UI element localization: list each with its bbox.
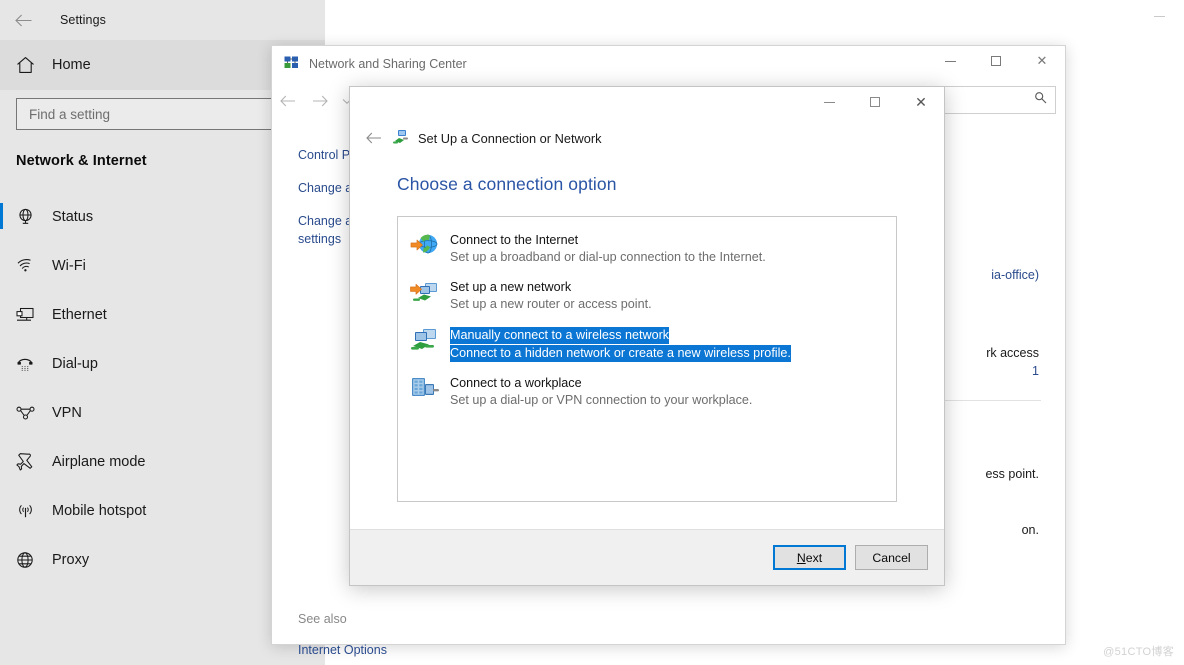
dialog-close-button[interactable]: ✕ xyxy=(898,87,944,117)
option-subtitle: Connect to a hidden network or create a … xyxy=(450,345,791,362)
connect-workplace-icon xyxy=(410,374,450,409)
connection-option-list[interactable]: Connect to the Internet Set up a broadba… xyxy=(397,216,897,502)
settings-titlebar: Settings xyxy=(0,0,1184,40)
nsc-link-internet-options[interactable]: Internet Options xyxy=(298,643,450,657)
setup-new-network-icon xyxy=(410,278,450,313)
option-title: Connect to a workplace xyxy=(450,376,582,390)
setup-connection-dialog: ✕ Set Up a Connection or Network Choose … xyxy=(349,86,945,586)
back-arrow-icon[interactable] xyxy=(0,4,46,36)
selection-accent-bar xyxy=(0,497,3,523)
sidebar-item-mobile-hotspot-label: Mobile hotspot xyxy=(52,502,147,519)
option-connect-to-the-internet[interactable]: Connect to the Internet Set up a broadba… xyxy=(410,231,884,266)
option-texts: Connect to a workplace Set up a dial-up … xyxy=(450,374,884,409)
dialog-maximize-button[interactable] xyxy=(852,87,898,117)
sidebar-item-wifi-label: Wi-Fi xyxy=(52,257,86,274)
option-texts: Set up a new network Set up a new router… xyxy=(450,278,884,313)
next-button[interactable]: Next xyxy=(773,545,846,570)
vpn-icon xyxy=(0,406,50,420)
selection-accent-bar xyxy=(0,252,3,278)
wifi-icon xyxy=(0,258,50,273)
dialog-titlebar[interactable]: ✕ xyxy=(350,87,944,120)
option-title: Manually connect to a wireless network xyxy=(450,327,670,344)
globe-status-icon xyxy=(0,208,50,225)
dialog-main: Choose a connection option Connect to th… xyxy=(350,156,944,529)
nsc-minimize-button[interactable] xyxy=(927,46,973,76)
page-title: Network & Internet xyxy=(16,153,147,169)
option-title: Set up a new network xyxy=(450,280,572,294)
sidebar-item-ethernet-label: Ethernet xyxy=(52,306,107,323)
selection-accent-bar xyxy=(0,301,3,327)
dialup-icon xyxy=(0,356,50,372)
sidebar-item-home-label: Home xyxy=(52,57,91,73)
manual-wireless-icon xyxy=(410,325,450,362)
sidebar-item-dialup-label: Dial-up xyxy=(52,355,98,372)
nsc-maximize-button[interactable] xyxy=(973,46,1019,76)
settings-minimize-button[interactable] xyxy=(1148,6,1170,26)
dialog-header-title: Set Up a Connection or Network xyxy=(418,130,602,146)
nsc-see-also-header: See also xyxy=(298,612,347,626)
nsc-forward-button[interactable] xyxy=(304,86,336,116)
option-set-up-a-new-network[interactable]: Set up a new network Set up a new router… xyxy=(410,278,884,313)
dialog-header: Set Up a Connection or Network xyxy=(350,120,944,156)
connect-internet-icon xyxy=(410,231,450,266)
watermark: @51CTO博客 xyxy=(1103,646,1174,658)
search-input-placeholder: Find a setting xyxy=(29,106,111,122)
ethernet-icon xyxy=(0,307,50,323)
home-icon xyxy=(0,56,50,74)
next-button-label: ext xyxy=(805,550,823,565)
search-icon xyxy=(1034,91,1047,109)
nsc-window-title: Network and Sharing Center xyxy=(309,57,467,71)
selection-accent-bar xyxy=(0,546,3,572)
option-subtitle: Set up a broadband or dial-up connection… xyxy=(450,250,766,264)
network-connection-icon xyxy=(393,130,408,144)
option-texts: Connect to the Internet Set up a broadba… xyxy=(450,231,884,266)
nsc-close-button[interactable]: ✕ xyxy=(1019,46,1065,76)
selection-accent-bar xyxy=(0,399,3,425)
cancel-button[interactable]: Cancel xyxy=(855,545,928,570)
selection-accent-bar xyxy=(0,350,3,376)
dialog-minimize-button[interactable] xyxy=(806,87,852,117)
screen-root: Settings Home Find a setting Network & I… xyxy=(0,0,1184,665)
option-subtitle: Set up a new router or access point. xyxy=(450,297,652,311)
dialog-back-button[interactable] xyxy=(362,126,386,150)
option-connect-to-a-workplace[interactable]: Connect to a workplace Set up a dial-up … xyxy=(410,374,884,409)
proxy-globe-icon xyxy=(0,551,50,569)
option-manually-connect-to-a-wireless-network[interactable]: Manually connect to a wireless network C… xyxy=(410,325,884,362)
dialog-window-buttons: ✕ xyxy=(806,87,944,117)
sidebar-item-airplane-mode-label: Airplane mode xyxy=(52,453,146,470)
option-texts: Manually connect to a wireless network C… xyxy=(450,325,884,362)
dialog-heading: Choose a connection option xyxy=(397,174,617,194)
nsc-see-also-section: See also Internet Options Windows Defend… xyxy=(298,612,450,665)
sidebar-item-status-label: Status xyxy=(52,208,94,225)
hotspot-icon xyxy=(0,503,50,519)
nsc-titlebar[interactable]: Network and Sharing Center ✕ xyxy=(272,46,1065,82)
airplane-icon xyxy=(0,452,50,471)
cancel-button-label: Cancel xyxy=(872,550,911,565)
search-input[interactable]: Find a setting xyxy=(16,98,274,130)
selection-accent-bar xyxy=(0,203,3,229)
option-title: Connect to the Internet xyxy=(450,233,579,247)
dialog-footer: Next Cancel xyxy=(350,529,944,585)
option-subtitle: Set up a dial-up or VPN connection to yo… xyxy=(450,393,753,407)
settings-window-title: Settings xyxy=(60,13,106,27)
sidebar-item-proxy-label: Proxy xyxy=(52,551,90,568)
next-button-accel: N xyxy=(796,550,806,565)
sidebar-item-vpn-label: VPN xyxy=(52,404,82,421)
selection-accent-bar xyxy=(0,448,3,474)
settings-titlebar-left: Settings xyxy=(0,0,325,40)
nsc-back-button[interactable] xyxy=(272,86,304,116)
nsc-window-buttons: ✕ xyxy=(927,46,1065,76)
network-sharing-icon xyxy=(284,56,298,68)
